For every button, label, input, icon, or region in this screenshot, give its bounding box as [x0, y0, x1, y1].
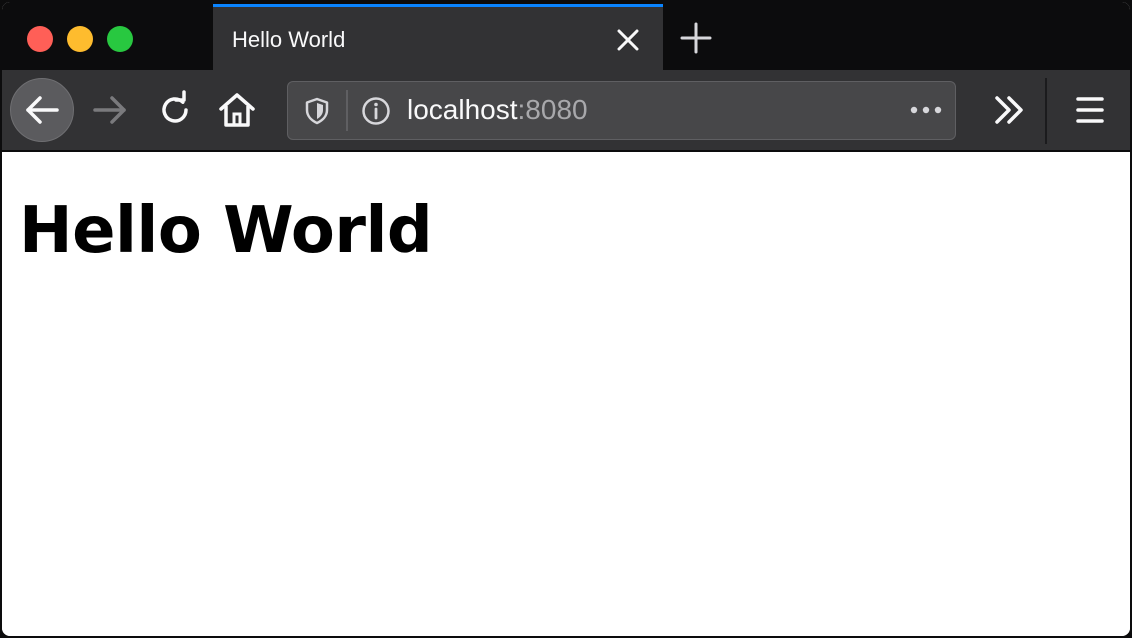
ellipsis-icon[interactable] [908, 98, 944, 122]
overflow-button[interactable] [987, 88, 1031, 132]
forward-button[interactable] [88, 88, 132, 132]
tab-active[interactable]: Hello World [213, 4, 663, 70]
tab-title: Hello World [232, 27, 346, 52]
navigation-toolbar: localhost:8080 [2, 70, 1130, 152]
page-heading: Hello World [19, 194, 433, 268]
reload-icon [162, 90, 188, 123]
url-text[interactable]: localhost:8080 [407, 94, 588, 126]
toolbar-divider [1045, 78, 1047, 144]
home-button[interactable] [215, 88, 259, 132]
chevron-double-right-icon [995, 96, 1023, 124]
window-minimize-button[interactable] [67, 26, 93, 52]
arrow-right-icon [93, 96, 126, 124]
close-icon[interactable] [611, 23, 645, 57]
tab-bar: Hello World [2, 2, 1130, 70]
url-port: :8080 [517, 94, 588, 125]
back-button[interactable] [10, 78, 74, 142]
arrow-left-icon [26, 96, 59, 124]
reload-button[interactable] [153, 88, 197, 132]
window-maximize-button[interactable] [107, 26, 133, 52]
shield-icon[interactable] [302, 96, 332, 126]
plus-icon[interactable] [678, 20, 714, 56]
page-content: Hello World [2, 152, 1130, 636]
hamburger-menu-icon [1076, 97, 1104, 123]
url-bar-divider [346, 90, 348, 131]
info-icon[interactable] [360, 95, 392, 127]
menu-button[interactable] [1068, 88, 1112, 132]
url-bar[interactable]: localhost:8080 [287, 81, 956, 140]
url-host: localhost [407, 94, 518, 125]
home-icon [219, 93, 255, 127]
window-close-button[interactable] [27, 26, 53, 52]
browser-window: Hello World localhost:8080 Hello World [0, 0, 1132, 638]
